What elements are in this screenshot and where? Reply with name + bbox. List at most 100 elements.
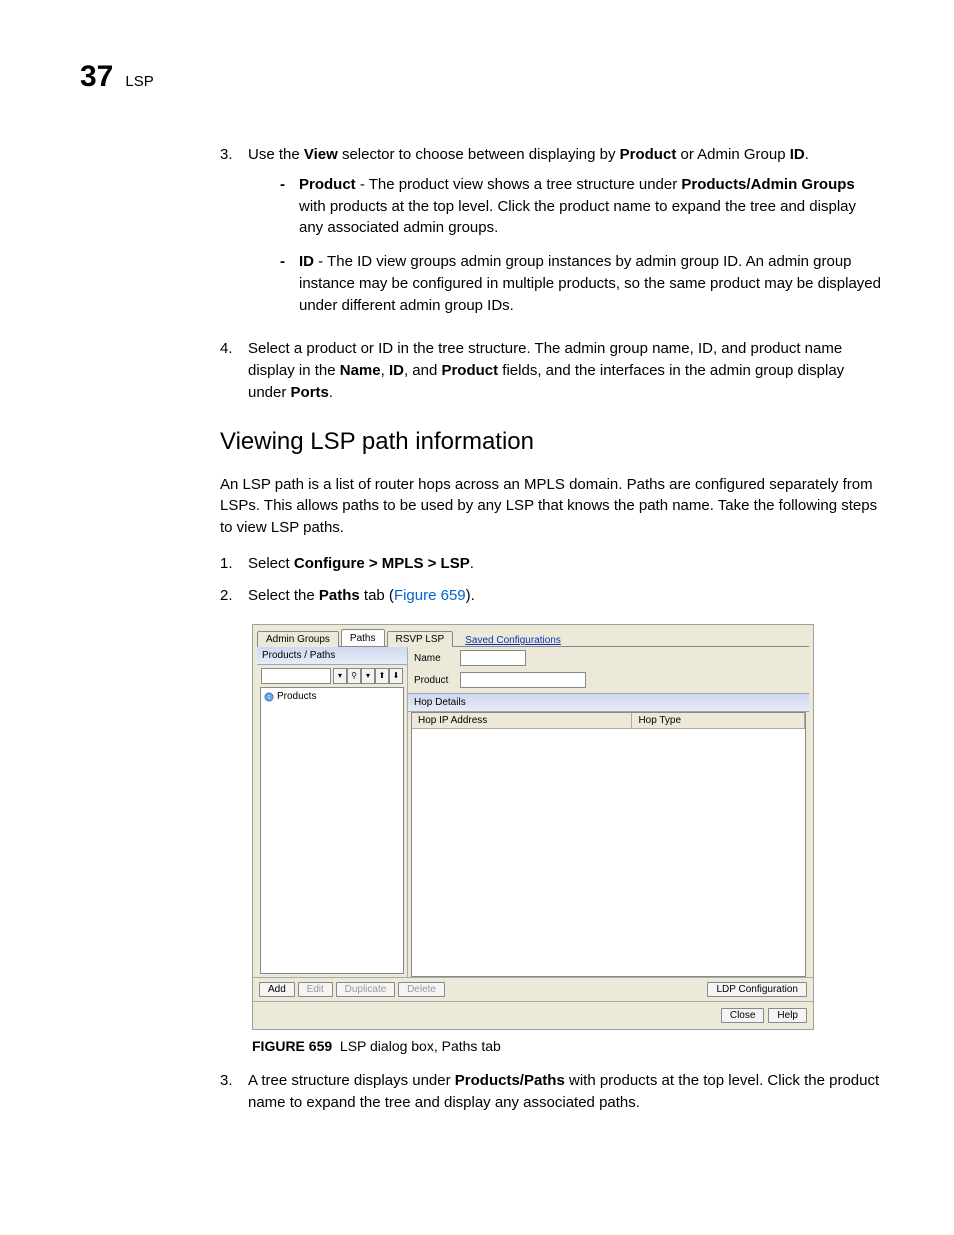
section-heading: Viewing LSP path information (220, 428, 884, 456)
page: 37 LSP 3. Use the View selector to choos… (0, 0, 954, 1188)
figure-caption: FIGURE 659 LSP dialog box, Paths tab (252, 1038, 884, 1054)
hop-grid-body (412, 729, 805, 976)
step-text: Select (248, 555, 294, 572)
chapter-number: 37 (80, 60, 113, 94)
step-text: . (805, 146, 809, 163)
bold-id: ID (389, 362, 404, 379)
col-hop-ip: Hop IP Address (412, 713, 632, 728)
step-list-after-figure: 3. A tree structure displays under Produ… (220, 1070, 884, 1114)
step-text: A tree structure displays under (248, 1072, 455, 1089)
bold-products-admin-groups: Products/Admin Groups (681, 176, 854, 193)
product-field[interactable] (460, 672, 586, 688)
step-marker: 3. (220, 144, 236, 328)
step-marker: 1. (220, 553, 236, 575)
bullet-text: - The product view shows a tree structur… (356, 176, 682, 193)
name-row: Name (408, 647, 809, 669)
figure-caption-label: FIGURE 659 (252, 1038, 332, 1054)
step-marker: 3. (220, 1070, 236, 1114)
step-list-paths: 1. Select Configure > MPLS > LSP. 2. Sel… (220, 553, 884, 607)
step-list-top: 3. Use the View selector to choose betwe… (220, 144, 884, 404)
right-pane: Name Product Hop Details Hop IP Address … (408, 647, 809, 977)
product-row: Product (408, 669, 809, 691)
bold-ports: Ports (291, 384, 329, 401)
globe-icon (264, 692, 274, 702)
bullet-product: - Product - The product view shows a tre… (280, 174, 884, 239)
bullet-list: - Product - The product view shows a tre… (280, 174, 884, 317)
tab-rsvp-lsp[interactable]: RSVP LSP (387, 631, 454, 647)
step-text: selector to choose between displaying by (338, 146, 620, 163)
left-pane-title: Products / Paths (257, 647, 407, 665)
product-tree[interactable]: Products (260, 687, 404, 974)
hop-grid-header: Hop IP Address Hop Type (412, 713, 805, 729)
chapter-label: LSP (125, 73, 153, 90)
collapse-up-button[interactable]: ⬆ (375, 668, 389, 684)
tree-root-label: Products (277, 691, 316, 702)
step-4: 4. Select a product or ID in the tree st… (220, 338, 884, 403)
path-step-1: 1. Select Configure > MPLS > LSP. (220, 553, 884, 575)
action-row: Add Edit Duplicate Delete LDP Configurat… (253, 977, 813, 1001)
tree-root-products[interactable]: Products (264, 691, 400, 702)
step-text: ). (466, 587, 475, 604)
step-text: Select the (248, 587, 319, 604)
left-pane: Products / Paths ▾ ⚲ ▾ ⬆ ⬇ (257, 647, 408, 977)
step-text: tab ( (360, 587, 394, 604)
bold-products-paths: Products/Paths (455, 1072, 565, 1089)
ldp-configuration-button[interactable]: LDP Configuration (707, 982, 807, 997)
step-text: or Admin Group (676, 146, 789, 163)
step-text: . (470, 555, 474, 572)
bold-view: View (304, 146, 338, 163)
tab-bar: Admin Groups Paths RSVP LSP Saved Config… (253, 625, 813, 646)
bold-product: Product (299, 176, 356, 193)
col-hop-type: Hop Type (632, 713, 805, 728)
running-head: 37 LSP (80, 60, 884, 94)
bold-name: Name (340, 362, 381, 379)
product-label: Product (414, 675, 454, 686)
path-step-3: 3. A tree structure displays under Produ… (220, 1070, 884, 1114)
bold-menu-path: Configure > MPLS > LSP (294, 555, 470, 572)
bullet-text: - The ID view groups admin group instanc… (299, 253, 881, 314)
intro-paragraph: An LSP path is a list of router hops acr… (220, 474, 884, 539)
filter-input[interactable] (261, 668, 331, 684)
step-marker: 2. (220, 585, 236, 607)
saved-configurations-link[interactable]: Saved Configurations (465, 635, 561, 646)
name-field[interactable] (460, 650, 526, 666)
tab-body: Products / Paths ▾ ⚲ ▾ ⬆ ⬇ (257, 646, 809, 977)
duplicate-button[interactable]: Duplicate (336, 982, 396, 997)
tab-paths[interactable]: Paths (341, 629, 385, 646)
bold-id: ID (790, 146, 805, 163)
dropdown-button[interactable]: ▾ (333, 668, 347, 684)
bold-product: Product (441, 362, 498, 379)
figure-link[interactable]: Figure 659 (394, 587, 466, 604)
lsp-dialog: Admin Groups Paths RSVP LSP Saved Config… (252, 624, 814, 1030)
bullet-marker: - (280, 174, 285, 239)
edit-button[interactable]: Edit (298, 982, 333, 997)
hop-details-header: Hop Details (408, 693, 809, 712)
expand-down-button[interactable]: ⬇ (389, 668, 403, 684)
delete-button[interactable]: Delete (398, 982, 445, 997)
step-3: 3. Use the View selector to choose betwe… (220, 144, 884, 328)
name-label: Name (414, 653, 454, 664)
bold-paths-tab: Paths (319, 587, 360, 604)
step-marker: 4. (220, 338, 236, 403)
content-area: 3. Use the View selector to choose betwe… (220, 144, 884, 1114)
bullet-marker: - (280, 251, 285, 316)
figure-caption-text: LSP dialog box, Paths tab (340, 1038, 501, 1054)
step-text: Use the (248, 146, 304, 163)
dialog-footer: Close Help (253, 1001, 813, 1029)
path-step-2: 2. Select the Paths tab (Figure 659). (220, 585, 884, 607)
step-text: . (329, 384, 333, 401)
bullet-id: - ID - The ID view groups admin group in… (280, 251, 884, 316)
bold-product: Product (620, 146, 677, 163)
help-button[interactable]: Help (768, 1008, 807, 1023)
left-toolbar: ▾ ⚲ ▾ ⬆ ⬇ (257, 665, 407, 687)
figure-659: Admin Groups Paths RSVP LSP Saved Config… (252, 624, 884, 1030)
bold-id: ID (299, 253, 314, 270)
dropdown-button-2[interactable]: ▾ (361, 668, 375, 684)
filter-button[interactable]: ⚲ (347, 668, 361, 684)
close-button[interactable]: Close (721, 1008, 765, 1023)
step-text: , (381, 362, 389, 379)
step-text: , and (404, 362, 442, 379)
tab-admin-groups[interactable]: Admin Groups (257, 631, 339, 647)
hop-grid: Hop IP Address Hop Type (411, 712, 806, 977)
add-button[interactable]: Add (259, 982, 295, 997)
